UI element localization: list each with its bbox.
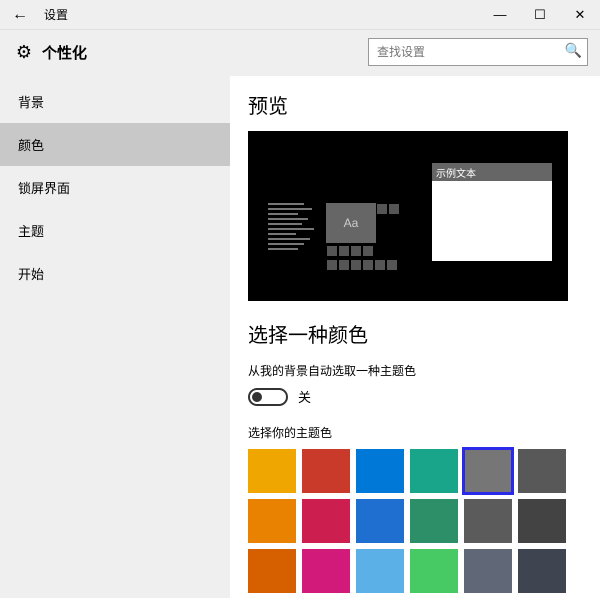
window-title: 设置 (40, 6, 480, 23)
color-swatch-15[interactable] (410, 549, 458, 593)
color-swatch-6[interactable] (248, 499, 296, 543)
color-swatch-7[interactable] (302, 499, 350, 543)
preview-area: Aa 示例文本 (248, 131, 568, 301)
color-swatch-12[interactable] (248, 549, 296, 593)
minimize-button[interactable]: — (480, 7, 520, 22)
color-swatch-17[interactable] (518, 549, 566, 593)
sidebar-item-0[interactable]: 背景 (0, 80, 230, 123)
close-button[interactable]: ✕ (560, 7, 600, 23)
color-swatch-9[interactable] (410, 499, 458, 543)
search-box: 🔍 (368, 38, 588, 66)
content-panel: 预览 Aa 示例文本 选择一种颜色 (230, 76, 600, 598)
search-icon[interactable]: 🔍 (565, 42, 582, 59)
maximize-button[interactable]: ☐ (520, 7, 560, 23)
color-swatch-2[interactable] (356, 449, 404, 493)
color-swatch-3[interactable] (410, 449, 458, 493)
accent-label: 选择你的主题色 (248, 424, 582, 441)
preview-heading: 预览 (248, 90, 582, 119)
titlebar: ← 设置 — ☐ ✕ (0, 0, 600, 30)
preview-window: 示例文本 (432, 163, 552, 261)
preview-start-tiles: Aa (326, 203, 426, 271)
sidebar-item-4[interactable]: 开始 (0, 252, 230, 295)
color-swatch-4[interactable] (464, 449, 512, 493)
color-swatch-16[interactable] (464, 549, 512, 593)
color-swatch-5[interactable] (518, 449, 566, 493)
color-swatch-grid (248, 449, 578, 593)
auto-pick-label: 从我的背景自动选取一种主题色 (248, 362, 582, 379)
color-swatch-13[interactable] (302, 549, 350, 593)
color-swatch-1[interactable] (302, 449, 350, 493)
color-swatch-10[interactable] (464, 499, 512, 543)
page-title: 个性化 (36, 42, 87, 63)
color-swatch-11[interactable] (518, 499, 566, 543)
preview-start-list (268, 203, 318, 253)
back-button[interactable]: ← (0, 6, 40, 24)
sidebar-item-1[interactable]: 颜色 (0, 123, 230, 166)
search-input[interactable] (368, 38, 588, 66)
preview-window-title: 示例文本 (432, 163, 552, 181)
auto-pick-toggle[interactable] (248, 388, 288, 406)
choose-color-heading: 选择一种颜色 (248, 319, 582, 348)
sidebar-item-3[interactable]: 主题 (0, 209, 230, 252)
sidebar-item-2[interactable]: 锁屏界面 (0, 166, 230, 209)
gear-icon: ⚙ (12, 42, 36, 63)
preview-accent-tile: Aa (326, 203, 376, 243)
color-swatch-8[interactable] (356, 499, 404, 543)
sidebar: 背景颜色锁屏界面主题开始 (0, 76, 230, 598)
toggle-state-label: 关 (298, 387, 311, 406)
color-swatch-0[interactable] (248, 449, 296, 493)
color-swatch-14[interactable] (356, 549, 404, 593)
header: ⚙ 个性化 🔍 (0, 30, 600, 76)
